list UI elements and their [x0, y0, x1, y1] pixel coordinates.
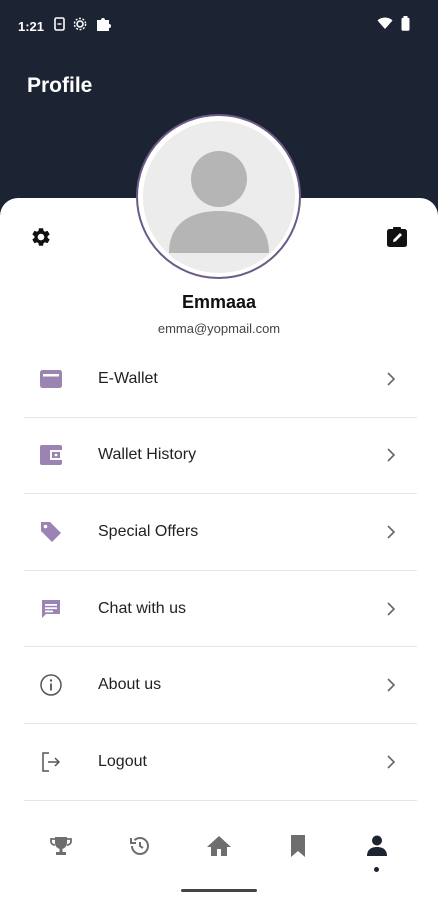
chat-icon	[38, 596, 64, 622]
menu-item-about-us[interactable]: About us	[24, 647, 417, 724]
nav-home[interactable]	[199, 824, 239, 872]
tag-icon	[38, 519, 64, 545]
settings-button[interactable]	[28, 226, 54, 252]
person-icon	[366, 834, 388, 863]
active-indicator-dot	[374, 867, 380, 872]
bottom-navigation	[0, 820, 438, 876]
nav-bookmarks[interactable]	[278, 824, 318, 872]
edit-icon	[386, 226, 408, 253]
trophy-icon	[49, 834, 73, 863]
menu-item-e-wallet[interactable]: E-Wallet	[24, 341, 417, 418]
chevron-right-icon	[385, 524, 397, 540]
menu-item-special-offers[interactable]: Special Offers	[24, 494, 417, 571]
settings-small-icon	[73, 17, 87, 36]
profile-menu: E-Wallet Wallet History Special Offers C…	[24, 341, 417, 801]
default-avatar-icon	[142, 120, 295, 273]
history-icon	[128, 834, 152, 863]
status-time: 1:21	[18, 19, 45, 34]
menu-item-logout[interactable]: Logout	[24, 724, 417, 801]
bookmark-icon	[289, 834, 307, 863]
menu-label: About us	[98, 676, 162, 694]
menu-item-chat-with-us[interactable]: Chat with us	[24, 571, 417, 648]
menu-item-wallet-history[interactable]: Wallet History	[24, 418, 417, 495]
user-name: Emmaaa	[181, 292, 257, 312]
page-title: Profile	[27, 74, 93, 97]
avatar[interactable]	[136, 114, 301, 279]
info-icon	[38, 672, 64, 698]
status-icons-right	[377, 16, 410, 36]
sim-icon	[54, 17, 65, 36]
nav-history[interactable]	[120, 824, 160, 872]
logout-icon	[38, 749, 64, 775]
nav-profile[interactable]	[357, 824, 397, 872]
menu-label: Chat with us	[98, 599, 187, 617]
battery-icon	[401, 16, 410, 36]
menu-label: Special Offers	[98, 522, 199, 540]
nav-leaderboard[interactable]	[41, 824, 81, 872]
chevron-right-icon	[385, 601, 397, 617]
puzzle-icon	[95, 16, 111, 37]
user-email: emma@yopmail.com	[157, 321, 281, 336]
home-icon	[206, 834, 232, 863]
edit-profile-button[interactable]	[384, 226, 410, 252]
wallet-icon	[38, 442, 64, 468]
home-indicator	[181, 889, 257, 892]
wallet-card-icon	[38, 366, 64, 392]
gear-icon	[30, 226, 52, 253]
menu-label: E-Wallet	[98, 369, 158, 387]
menu-label: Logout	[98, 752, 147, 770]
chevron-right-icon	[385, 754, 397, 770]
status-icons-left	[54, 16, 111, 37]
wifi-icon	[377, 17, 393, 35]
menu-label: Wallet History	[98, 446, 197, 464]
chevron-right-icon	[385, 677, 397, 693]
chevron-right-icon	[385, 371, 397, 387]
status-bar: 1:21	[0, 0, 438, 52]
chevron-right-icon	[385, 447, 397, 463]
